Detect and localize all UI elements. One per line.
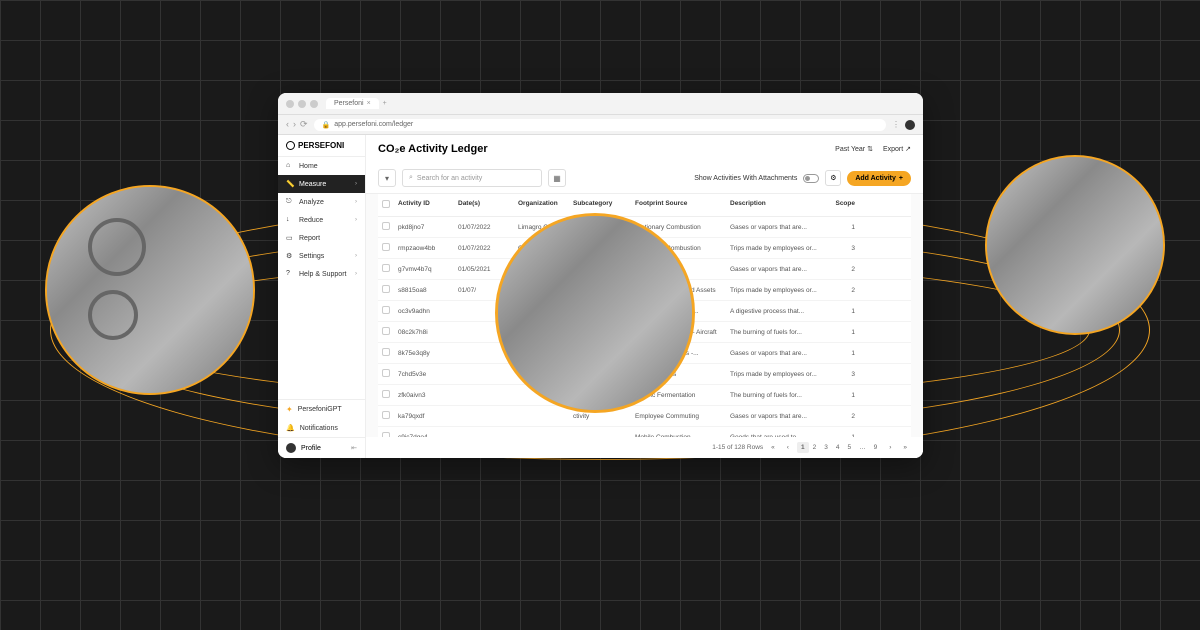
pagination-summary: 1-15 of 128 Rows [712, 444, 763, 451]
grid-view-button[interactable]: ▦ [548, 169, 566, 187]
row-checkbox[interactable] [382, 243, 390, 251]
avatar [286, 443, 296, 453]
back-icon[interactable]: ‹ [286, 119, 289, 130]
bell-icon: 🔔 [286, 424, 295, 432]
sidebar-item-help[interactable]: ? Help & Support › [278, 265, 365, 283]
tab-title: Persefoni [334, 100, 364, 107]
row-checkbox[interactable] [382, 411, 390, 419]
page-first[interactable]: « [767, 442, 779, 453]
page-number[interactable]: 1 [797, 442, 809, 453]
filter-button[interactable]: ▾ [378, 169, 396, 187]
chevron-right-icon: › [355, 199, 357, 205]
col-subcategory[interactable]: Subcategory [573, 200, 635, 210]
sidebar-item-profile[interactable]: Profile ⇤ [278, 437, 365, 458]
page-number[interactable]: 5 [843, 442, 855, 453]
add-activity-button[interactable]: Add Activity + [847, 171, 911, 186]
url-bar: ‹ › ⟳ 🔒 app.persefoni.com/ledger ⋮ [278, 115, 923, 135]
col-dates[interactable]: Date(s) [458, 200, 518, 210]
attachments-label: Show Activities With Attachments [694, 175, 797, 182]
select-all-checkbox[interactable] [382, 200, 390, 208]
page-number[interactable]: … [855, 442, 870, 453]
sidebar-item-home[interactable]: ⌂ Home [278, 157, 365, 175]
row-checkbox[interactable] [382, 369, 390, 377]
col-organization[interactable]: Organization [518, 200, 573, 210]
lock-icon: 🔒 [322, 121, 331, 129]
page-last[interactable]: » [899, 442, 911, 453]
address-input[interactable]: 🔒 app.persefoni.com/ledger [314, 119, 886, 131]
ruler-icon: 📏 [286, 180, 294, 188]
decorative-image-refinery [495, 213, 695, 413]
row-checkbox[interactable] [382, 390, 390, 398]
titlebar: Persefoni × + [278, 93, 923, 115]
browser-tab[interactable]: Persefoni × [326, 98, 379, 109]
col-scope[interactable]: Scope [825, 200, 855, 210]
sidebar-item-report[interactable]: ▭ Report [278, 229, 365, 247]
search-input[interactable]: ⌕ Search for an activity [402, 169, 542, 187]
document-icon: ▭ [286, 234, 294, 242]
sidebar-item-settings[interactable]: ⚙ Settings › [278, 247, 365, 265]
decorative-image-shipping [985, 155, 1165, 335]
sparkle-icon: ✦ [286, 405, 293, 414]
export-button[interactable]: Export ↗ [883, 145, 911, 153]
search-icon: ⌕ [409, 174, 413, 182]
settings-button[interactable]: ⚙ [825, 170, 841, 186]
chevron-right-icon: › [355, 181, 357, 187]
sidebar-item-measure[interactable]: 📏 Measure › [278, 175, 365, 193]
chevron-right-icon: › [355, 253, 357, 259]
col-footprint-source[interactable]: Footprint Source [635, 200, 730, 210]
row-checkbox[interactable] [382, 264, 390, 272]
new-tab-icon[interactable]: + [383, 100, 387, 107]
decorative-image-hvac [45, 185, 255, 395]
url-text: app.persefoni.com/ledger [334, 121, 413, 128]
reduce-icon: ↓ [286, 216, 294, 224]
page-number[interactable]: 2 [809, 442, 821, 453]
collapse-icon[interactable]: ⇤ [351, 444, 357, 452]
sidebar-item-reduce[interactable]: ↓ Reduce › [278, 211, 365, 229]
sidebar-item-notifications[interactable]: 🔔 Notifications [278, 419, 365, 437]
row-checkbox[interactable] [382, 348, 390, 356]
sidebar-item-ai[interactable]: ✦ PersefoniGPT [278, 400, 365, 419]
logo-icon [286, 141, 295, 150]
time-filter[interactable]: Past Year ⇅ [835, 145, 873, 153]
table-row[interactable]: c9jc7dqo4 Mobile Combustion Goods that a… [378, 427, 911, 437]
brand-logo[interactable]: PERSEFONI [278, 135, 365, 157]
chevron-right-icon: › [355, 271, 357, 277]
gear-icon: ⚙ [286, 252, 294, 260]
sidebar: PERSEFONI ⌂ Home 📏 Measure › ⎋ Analyze ›… [278, 135, 366, 458]
chart-icon: ⎋ [286, 198, 294, 206]
col-description[interactable]: Description [730, 200, 825, 210]
home-icon: ⌂ [286, 162, 294, 170]
page-number[interactable]: 9 [870, 442, 882, 453]
page-title: CO₂e Activity Ledger [378, 143, 488, 155]
forward-icon[interactable]: › [293, 119, 296, 130]
help-icon: ? [286, 270, 294, 278]
row-checkbox[interactable] [382, 327, 390, 335]
attachments-toggle[interactable] [803, 174, 819, 183]
avatar[interactable] [905, 120, 915, 130]
sidebar-item-analyze[interactable]: ⎋ Analyze › [278, 193, 365, 211]
chevron-right-icon: › [355, 217, 357, 223]
page-next[interactable]: › [885, 442, 895, 453]
traffic-lights[interactable] [286, 100, 318, 108]
row-checkbox[interactable] [382, 306, 390, 314]
page-number[interactable]: 4 [832, 442, 844, 453]
extension-icon[interactable]: ⋮ [892, 120, 900, 129]
reload-icon[interactable]: ⟳ [300, 119, 308, 130]
page-number[interactable]: 3 [820, 442, 832, 453]
row-checkbox[interactable] [382, 285, 390, 293]
row-checkbox[interactable] [382, 222, 390, 230]
col-activity-id[interactable]: Activity ID [398, 200, 458, 210]
table-header: Activity ID Date(s) Organization Subcate… [378, 194, 911, 217]
page-prev[interactable]: ‹ [783, 442, 793, 453]
plus-icon: + [899, 175, 903, 182]
close-icon[interactable]: × [367, 100, 371, 107]
pagination: 1-15 of 128 Rows « ‹ 12345…9 › » [366, 437, 923, 458]
